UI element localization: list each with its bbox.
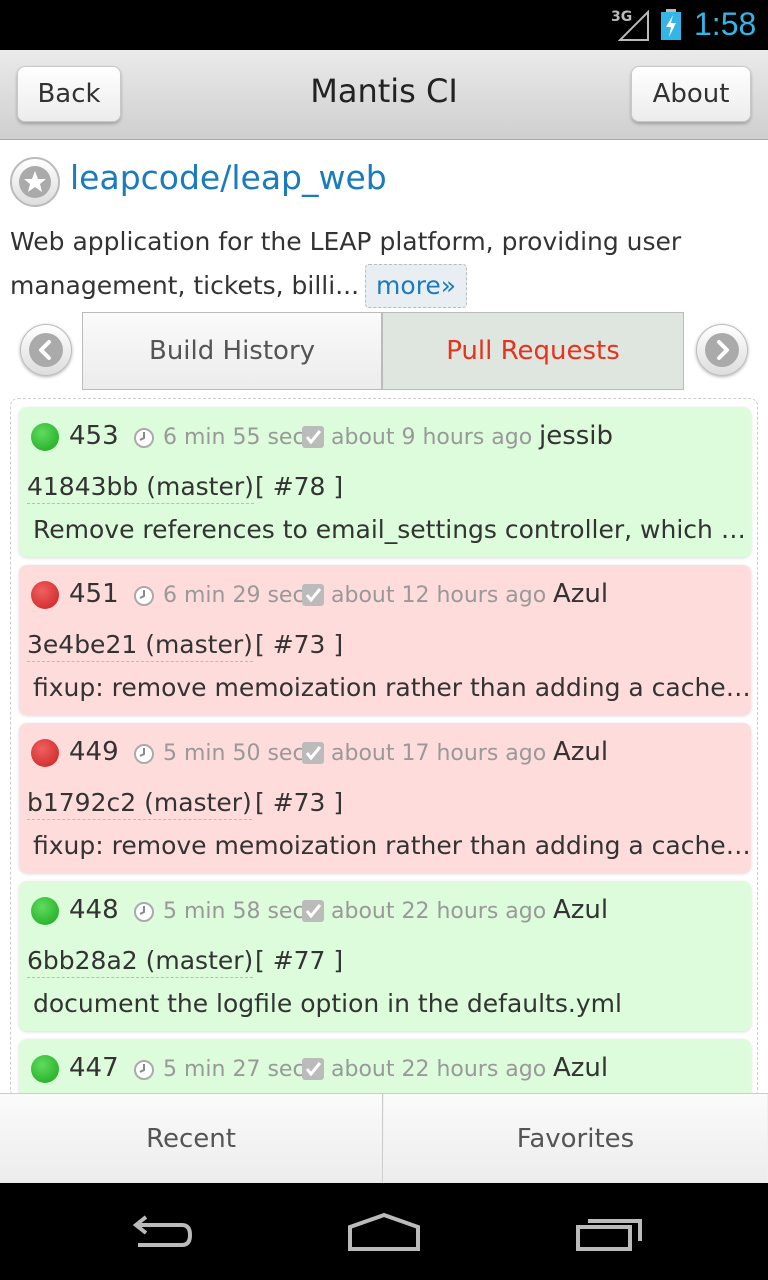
favorite-star-button[interactable] [10,157,60,207]
main-content: leapcode/leap_web Web application for th… [0,140,768,1093]
commit-link[interactable]: 3e4be21 (master) [27,629,253,662]
tab-build-history[interactable]: Build History [82,312,382,390]
build-card[interactable]: 451 6 min 29 sec, about 12 hours ago Azul 3e… [19,565,753,715]
repo-title[interactable]: leapcode/leap_web [70,158,387,197]
build-duration: 5 min 27 sec, [163,1057,312,1082]
build-number: 448 [69,895,119,925]
repo-description: Web application for the LEAP platform, p… [10,220,750,308]
bottom-tab-bar: Recent Favorites [0,1093,768,1184]
build-number: 447 [69,1053,119,1083]
build-time-ago: about 22 hours ago [331,899,547,924]
commit-message: fixup: remove memoization rather than ad… [33,673,753,702]
check-icon [302,1058,324,1080]
status-dot-icon [31,423,59,451]
pull-request-number: [ #77 ] [255,946,344,975]
prev-tab-button[interactable] [20,324,72,376]
repo-description-text: Web application for the LEAP platform, p… [10,227,682,300]
build-author: Azul [553,737,609,767]
build-duration: 5 min 50 sec, [163,741,312,766]
clock-icon [134,744,154,764]
commit-message: Remove references to email_settings cont… [33,515,753,544]
commit-message: fixup: remove memoization rather than ad… [33,831,753,860]
build-number: 449 [69,737,119,767]
clock-icon [134,902,154,922]
status-dot-icon [31,739,59,767]
build-number: 453 [69,421,119,451]
chevron-left-icon [29,333,63,367]
build-author: Azul [553,1053,609,1083]
build-author: Azul [553,579,609,609]
status-dot-icon [31,897,59,925]
build-time-ago: about 9 hours ago [331,425,533,450]
clock-icon [134,428,154,448]
pull-request-number: [ #78 ] [255,472,344,501]
clock-icon [134,586,154,606]
build-number: 451 [69,579,119,609]
build-list: 453 6 min 55 sec, about 9 hours ago jessib 4… [10,398,758,1093]
build-duration: 6 min 29 sec, [163,583,312,608]
check-icon [302,584,324,606]
pull-request-number: [ #73 ] [255,788,344,817]
build-duration: 5 min 58 sec, [163,899,312,924]
build-card[interactable]: 448 5 min 58 sec, about 22 hours ago Azul 6b… [19,881,751,1031]
about-button[interactable]: About [631,66,751,122]
back-nav-icon[interactable] [124,1213,196,1253]
check-icon [302,426,324,448]
chevron-right-icon [705,333,739,367]
tab-bar: Build History Pull Requests [10,312,758,392]
build-duration: 6 min 55 sec, [163,425,312,450]
star-icon [19,166,51,198]
signal-icon [618,10,649,41]
tab-recent[interactable]: Recent [0,1094,383,1184]
build-time-ago: about 12 hours ago [331,583,547,608]
system-nav-bar [0,1183,768,1280]
clock-icon [134,1060,154,1080]
commit-link[interactable]: 6bb28a2 (master) [27,945,254,978]
pull-request-number: [ #73 ] [255,630,344,659]
commit-link[interactable]: b1792c2 (master) [27,787,252,820]
battery-icon [661,9,681,40]
clock-time: 1:58 [694,6,757,42]
build-time-ago: about 17 hours ago [331,741,547,766]
check-icon [302,900,324,922]
status-bar: 3G 1:58 [0,0,768,50]
build-card[interactable]: 447 5 min 27 sec, about 22 hours ago Azul [19,1039,751,1093]
tab-pull-requests[interactable]: Pull Requests [382,312,684,390]
status-dot-icon [31,1055,59,1083]
commit-message: document the logfile option in the defau… [33,989,622,1018]
tab-favorites[interactable]: Favorites [384,1094,767,1184]
more-button[interactable]: more» [365,264,468,308]
build-time-ago: about 22 hours ago [331,1057,547,1082]
build-author: Azul [553,895,609,925]
check-icon [302,742,324,764]
build-author: jessib [539,421,614,451]
app-header: Back Mantis CI About [0,50,768,140]
status-dot-icon [31,581,59,609]
home-nav-icon[interactable] [346,1213,422,1253]
next-tab-button[interactable] [696,324,748,376]
build-card[interactable]: 453 6 min 55 sec, about 9 hours ago jessib 4… [19,407,753,557]
recents-nav-icon[interactable] [574,1213,646,1253]
commit-link[interactable]: 41843bb (master) [27,471,254,504]
build-card[interactable]: 449 5 min 50 sec, about 17 hours ago Azul b1… [19,723,753,873]
